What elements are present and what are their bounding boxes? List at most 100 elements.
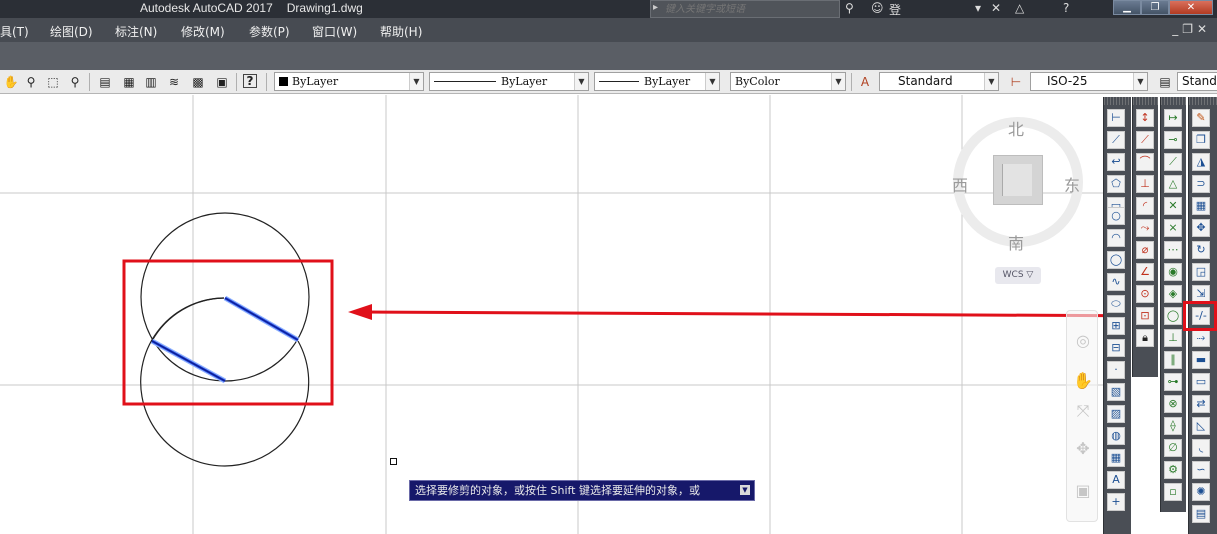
tangent-snap-icon[interactable]: ◯ bbox=[1164, 307, 1182, 325]
steering-wheel-icon[interactable]: ◎ bbox=[1073, 331, 1093, 350]
center-snap-icon[interactable]: ◉ bbox=[1164, 263, 1182, 281]
explode-icon[interactable]: ✺ bbox=[1192, 483, 1210, 501]
extend-icon[interactable]: ⤑ bbox=[1192, 329, 1210, 347]
snap-from-icon[interactable]: ⊸ bbox=[1164, 131, 1182, 149]
compass-south[interactable]: 南 bbox=[1008, 230, 1024, 254]
radius-dim-icon[interactable]: ◜ bbox=[1136, 197, 1154, 215]
tolerance-icon[interactable]: ⊡ bbox=[1136, 307, 1154, 325]
copy-icon[interactable]: ❐ bbox=[1192, 131, 1210, 149]
menu-help[interactable]: 帮助(H) bbox=[380, 23, 422, 40]
menu-parametric[interactable]: 参数(P) bbox=[249, 23, 290, 40]
perpendicular-snap-icon[interactable]: ⊥ bbox=[1164, 329, 1182, 347]
array-icon[interactable]: ▦ bbox=[1192, 197, 1210, 215]
document-window-controls[interactable]: _❐✕ bbox=[1172, 22, 1211, 36]
chevron-down-icon[interactable]: ▼ bbox=[831, 73, 845, 90]
angular-dim-icon[interactable]: ∠ bbox=[1136, 263, 1154, 281]
scale-icon[interactable]: ◲ bbox=[1192, 263, 1210, 281]
table-icon[interactable]: ▦ bbox=[1107, 449, 1125, 467]
hatch-icon[interactable]: ▧ bbox=[1107, 383, 1125, 401]
extension-snap-icon[interactable]: ⋯ bbox=[1164, 241, 1182, 259]
zoom-extents-icon[interactable]: ⤧ bbox=[1073, 401, 1093, 421]
exchange-icon[interactable]: ✕ bbox=[991, 1, 1001, 15]
point-icon[interactable]: · bbox=[1107, 361, 1125, 379]
chevron-down-icon[interactable]: ▼ bbox=[705, 73, 719, 90]
none-snap-icon[interactable]: ∅ bbox=[1164, 439, 1182, 457]
break-at-point-icon[interactable]: ▬ bbox=[1192, 351, 1210, 369]
toolbar-grip[interactable] bbox=[1104, 97, 1131, 105]
compass-west[interactable]: 西 bbox=[952, 172, 968, 196]
tool-palettes-icon[interactable]: ▥ bbox=[143, 74, 159, 90]
node-snap-icon[interactable]: ⊗ bbox=[1164, 395, 1182, 413]
viewcube-face[interactable] bbox=[993, 155, 1043, 205]
binoculars-icon[interactable]: ⚲ bbox=[845, 1, 854, 15]
ordinate-dim-icon[interactable]: ⊥ bbox=[1136, 175, 1154, 193]
region-icon[interactable]: ◍ bbox=[1107, 427, 1125, 445]
toolbar-grip[interactable] bbox=[1133, 97, 1158, 105]
add-selected-icon[interactable]: + bbox=[1107, 493, 1125, 511]
pan-icon[interactable]: ✋ bbox=[1073, 371, 1093, 390]
zoom-previous-icon[interactable]: ⚲ bbox=[67, 74, 83, 90]
endpoint-snap-icon[interactable]: ⟋ bbox=[1164, 153, 1182, 171]
text-style-icon[interactable]: A bbox=[857, 74, 873, 90]
markup-icon[interactable]: ▩ bbox=[190, 74, 206, 90]
minimize-button[interactable]: ▁ bbox=[1113, 0, 1141, 15]
spline-icon[interactable]: ∿ bbox=[1107, 273, 1125, 291]
menu-dimension[interactable]: 标注(N) bbox=[115, 23, 157, 40]
revcloud-icon[interactable]: ◯ bbox=[1107, 251, 1125, 269]
menu-tools[interactable]: 具(T) bbox=[0, 23, 29, 40]
showmotion-icon[interactable]: ▣ bbox=[1073, 481, 1093, 500]
table-style-icon[interactable]: ▤ bbox=[1157, 74, 1173, 90]
xline-icon[interactable]: ⟋ bbox=[1107, 131, 1125, 149]
layer-color-combo[interactable]: ByLayer ▼ bbox=[274, 72, 424, 91]
upper-circle[interactable] bbox=[140, 212, 310, 382]
fillet-icon[interactable]: ◟ bbox=[1192, 439, 1210, 457]
arc-length-icon[interactable]: ⌒ bbox=[1136, 153, 1154, 171]
zoom-window-icon[interactable]: ⬚ bbox=[45, 74, 61, 90]
join-icon[interactable]: ⇄ bbox=[1192, 395, 1210, 413]
toolbar-grip[interactable] bbox=[1161, 97, 1186, 105]
user-icon[interactable]: ☺ bbox=[871, 1, 884, 15]
circle-icon[interactable]: ○ bbox=[1107, 207, 1125, 225]
aligned-dim-icon[interactable]: ⟋ bbox=[1136, 131, 1154, 149]
center-mark-icon[interactable]: ⊙ bbox=[1136, 285, 1154, 303]
arc-icon[interactable]: ◠ bbox=[1107, 229, 1125, 247]
move-icon[interactable]: ✥ bbox=[1192, 219, 1210, 237]
orbit-icon[interactable]: ✥ bbox=[1073, 439, 1093, 458]
pan-icon[interactable]: ✋ bbox=[3, 74, 19, 90]
viewcube-top-face[interactable] bbox=[1002, 164, 1032, 196]
table-style-combo[interactable]: Standa bbox=[1177, 72, 1217, 91]
osnap-settings-icon[interactable]: ⚙ bbox=[1164, 461, 1182, 479]
search-expand-icon[interactable]: ▸ bbox=[653, 2, 658, 13]
temp-track-icon[interactable]: ↦ bbox=[1164, 109, 1182, 127]
help-circle-icon[interactable]: ? bbox=[1063, 1, 1069, 15]
chevron-down-icon[interactable]: ▼ bbox=[1133, 73, 1147, 90]
calculator-icon[interactable]: ▣ bbox=[214, 74, 230, 90]
erase-icon[interactable]: ✎ bbox=[1192, 109, 1210, 127]
compass-north[interactable]: 北 bbox=[1008, 116, 1024, 140]
help-icon[interactable]: ? bbox=[243, 74, 257, 88]
chevron-down-icon[interactable]: ▼ bbox=[984, 73, 998, 90]
midpoint-snap-icon[interactable]: △ bbox=[1164, 175, 1182, 193]
lineweight-combo[interactable]: ByLayer ▼ bbox=[594, 72, 720, 91]
break-icon[interactable]: ▭ bbox=[1192, 373, 1210, 391]
diameter-dim-icon[interactable]: ⌀ bbox=[1136, 241, 1154, 259]
text-style-combo[interactable]: Standard ▼ bbox=[879, 72, 999, 91]
menu-draw[interactable]: 绘图(D) bbox=[50, 23, 93, 40]
dim-style-combo[interactable]: ISO-25 ▼ bbox=[1030, 72, 1148, 91]
polyline-icon[interactable]: ↩ bbox=[1107, 153, 1125, 171]
insert-snap-icon[interactable]: ⊶ bbox=[1164, 373, 1182, 391]
mtext-icon[interactable]: A bbox=[1107, 471, 1125, 489]
ellipse-icon[interactable]: ⬭ bbox=[1107, 295, 1125, 313]
chevron-down-icon[interactable]: ▼ bbox=[409, 73, 423, 90]
selected-edges[interactable] bbox=[150, 295, 300, 384]
wcs-menu[interactable]: WCS ▽ bbox=[995, 267, 1041, 284]
properties-icon[interactable]: ▤ bbox=[97, 74, 113, 90]
compass-east[interactable]: 东 bbox=[1064, 172, 1080, 196]
intersection-snap-icon[interactable]: ✕ bbox=[1164, 197, 1182, 215]
apparent-int-icon[interactable]: ⨯ bbox=[1164, 219, 1182, 237]
infocenter-search[interactable]: ▸ bbox=[650, 0, 840, 18]
linear-dim-icon[interactable]: ↕ bbox=[1136, 109, 1154, 127]
make-block-icon[interactable]: ⊟ bbox=[1107, 339, 1125, 357]
quadrant-snap-icon[interactable]: ◈ bbox=[1164, 285, 1182, 303]
linetype-combo[interactable]: ByLayer ▼ bbox=[429, 72, 589, 91]
